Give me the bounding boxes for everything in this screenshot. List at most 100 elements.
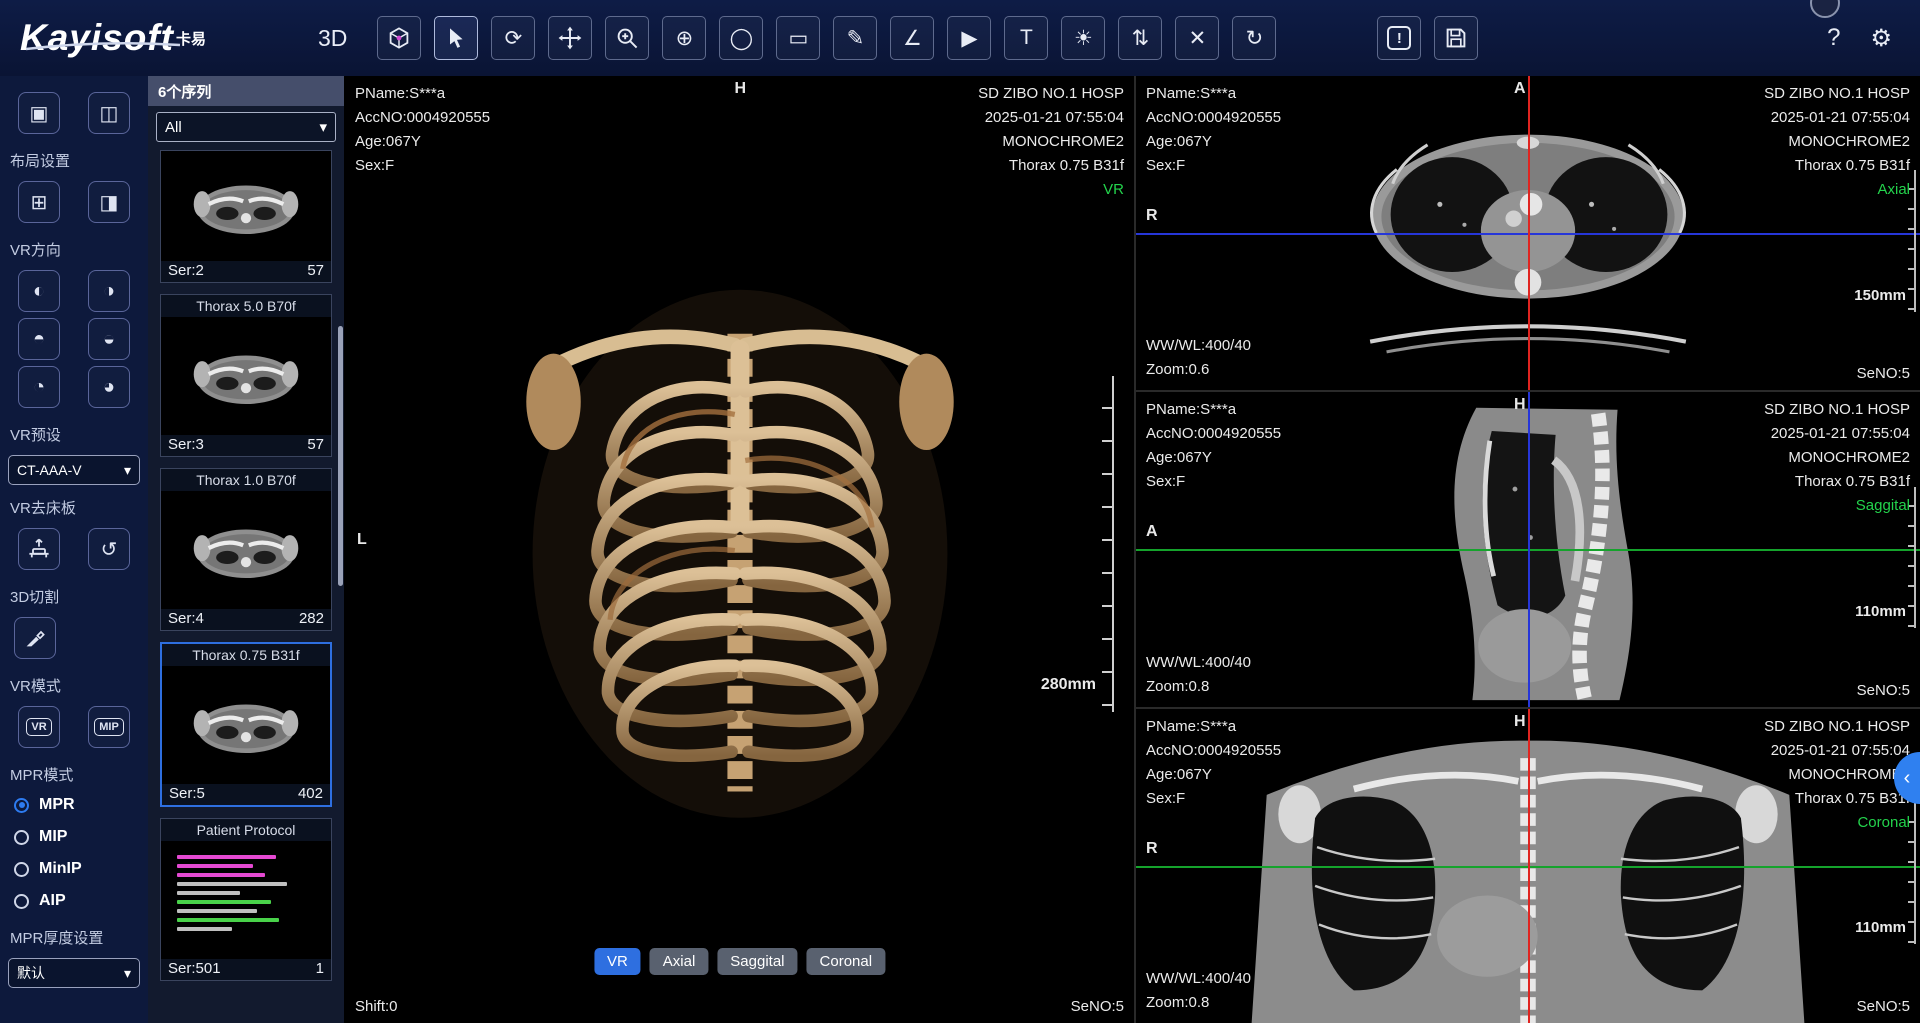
window-level-indicator: WW/WL:400/40 xyxy=(1146,651,1251,675)
series-item-ser3[interactable]: Thorax 5.0 B70f Ser:3 57 xyxy=(160,294,332,457)
main-content: ▣ ◫ 布局设置 ⊞ ◨ VR方向 ◐ ◑ ◓ ◒ ◔ ◕ VR预设 xyxy=(0,76,1920,1023)
mpr-mode-radio-mip[interactable]: MIP xyxy=(0,821,148,853)
layout-right-panel-button[interactable]: ◨ xyxy=(88,181,130,223)
series-item-ser5-selected[interactable]: Thorax 0.75 B31f Ser:5 402 xyxy=(160,642,332,807)
save-button[interactable] xyxy=(1434,16,1478,60)
mpr-thickness-select[interactable]: 默认 ▾ xyxy=(8,958,140,988)
patient-accno: AccNO:0004920555 xyxy=(1146,422,1281,446)
clear-annotations-button[interactable]: ✕ xyxy=(1175,16,1219,60)
view-button-axial[interactable]: Axial xyxy=(650,948,709,975)
orientation-left: L xyxy=(357,531,367,549)
study-datetime: 2025-01-21 07:55:04 xyxy=(1764,739,1910,763)
scale-label: 150mm xyxy=(1854,287,1906,304)
series-item-ser4[interactable]: Thorax 1.0 B70f Ser:4 282 xyxy=(160,468,332,631)
restore-icon: ↺ xyxy=(101,537,118,562)
patient-name: PName:S***a xyxy=(1146,82,1281,106)
axial-viewport[interactable]: PName:S***a AccNO:0004920555 Age:067Y Se… xyxy=(1136,76,1920,392)
ellipse-roi-button[interactable]: ◯ xyxy=(719,16,763,60)
study-datetime: 2025-01-21 07:55:04 xyxy=(1764,106,1910,130)
user-avatar[interactable] xyxy=(1810,0,1840,18)
coronal-viewport[interactable]: PName:S***a AccNO:0004920555 Age:067Y Se… xyxy=(1136,709,1920,1023)
help-button[interactable]: ? xyxy=(1827,24,1840,52)
settings-gear-button[interactable]: ⚙ xyxy=(1870,24,1892,53)
view-button-vr[interactable]: VR xyxy=(594,948,641,975)
layout-split-button[interactable]: ◫ xyxy=(88,92,130,134)
topbar-right: ? ⚙ xyxy=(1827,24,1920,53)
brightness-button[interactable]: ☀ xyxy=(1061,16,1105,60)
scalpel-cut-button[interactable] xyxy=(14,617,56,659)
mpr-mode-radio-aip[interactable]: AIP xyxy=(0,885,148,917)
view-switch-buttons: VR Axial Saggital Coronal xyxy=(594,948,885,975)
coronal-vertical-crosshair[interactable] xyxy=(1528,709,1530,1023)
vr-mode-mip-button[interactable]: MIP xyxy=(88,706,130,748)
patient-age: Age:067Y xyxy=(1146,763,1281,787)
vr-orient-back-button[interactable]: ◑ xyxy=(88,270,130,312)
series-panel: 6个序列 All ▾ Ser:2 57 Thorax 5.0 B70f xyxy=(148,76,345,1023)
series-item-ser501[interactable]: Patient Protocol xyxy=(160,818,332,981)
mip-badge-icon: MIP xyxy=(94,718,124,736)
cursor-icon xyxy=(444,26,468,50)
volume-render-button[interactable] xyxy=(377,16,421,60)
orientation-top: H xyxy=(1514,713,1526,731)
study-datetime: 2025-01-21 07:55:04 xyxy=(1764,422,1910,446)
crosshair-button[interactable]: ⊕ xyxy=(662,16,706,60)
reset-view-button[interactable]: ↻ xyxy=(1232,16,1276,60)
report-button[interactable]: ! xyxy=(1377,16,1421,60)
cursor-select-button[interactable] xyxy=(434,16,478,60)
vr-orient-top-button[interactable]: ◔ xyxy=(18,366,60,408)
series-title: Thorax 0.75 B31f xyxy=(162,644,330,666)
image-count: 1 xyxy=(316,960,324,977)
vr-orient-front-button[interactable]: ◐ xyxy=(18,270,60,312)
protocol-text-preview xyxy=(171,847,321,953)
series-title: Thorax 1.0 B70f xyxy=(161,469,331,491)
series-item-ser2[interactable]: Ser:2 57 xyxy=(160,150,332,283)
restore-bed-button[interactable]: ↺ xyxy=(88,528,130,570)
series-filter-select[interactable]: All ▾ xyxy=(156,112,336,142)
vr-preset-select[interactable]: CT-AAA-V ▾ xyxy=(8,455,140,485)
view-button-saggital[interactable]: Saggital xyxy=(717,948,797,975)
pan-icon xyxy=(558,26,582,50)
view-button-coronal[interactable]: Coronal xyxy=(807,948,886,975)
radio-icon xyxy=(14,894,29,909)
patient-accno: AccNO:0004920555 xyxy=(1146,739,1281,763)
layout-grid-button[interactable]: ▣ xyxy=(18,92,60,134)
app-logo: Kayisoft卡易 xyxy=(0,17,300,59)
pan-button[interactable] xyxy=(548,16,592,60)
orientation-top: H xyxy=(1514,396,1526,414)
angle-measure-button[interactable]: ∠ xyxy=(890,16,934,60)
saggital-viewport[interactable]: PName:S***a AccNO:0004920555 Age:067Y Se… xyxy=(1136,392,1920,708)
rotate-icon: ⟳ xyxy=(505,26,523,51)
vr-orient-bottom-button[interactable]: ◕ xyxy=(88,366,130,408)
window-level-button[interactable]: ⇅ xyxy=(1118,16,1162,60)
vr-orient-left-button[interactable]: ◓ xyxy=(18,318,60,360)
cine-play-button[interactable]: ▶ xyxy=(947,16,991,60)
vr-orient-right-button[interactable]: ◒ xyxy=(88,318,130,360)
study-info-overlay: SD ZIBO NO.1 HOSP 2025-01-21 07:55:04 MO… xyxy=(978,82,1124,202)
mpr-mode-radio-mpr[interactable]: MPR xyxy=(0,789,148,821)
radio-label: MIP xyxy=(39,828,67,846)
head-right-icon: ◒ xyxy=(103,328,115,351)
measure-line-button[interactable]: ✎ xyxy=(833,16,877,60)
rotate-3d-button[interactable]: ⟳ xyxy=(491,16,535,60)
zoom-in-button[interactable] xyxy=(605,16,649,60)
axial-vertical-crosshair[interactable] xyxy=(1528,76,1530,390)
text-annotation-button[interactable]: T xyxy=(1004,16,1048,60)
radio-label: MPR xyxy=(39,796,75,814)
saggital-vertical-crosshair[interactable] xyxy=(1528,392,1530,706)
report-icon: ! xyxy=(1387,26,1411,50)
series-thumbnail xyxy=(161,491,331,609)
remove-bed-button[interactable] xyxy=(18,528,60,570)
vr-scale-label: 280mm xyxy=(1041,676,1096,694)
mpr-mode-radio-minip[interactable]: MinIP xyxy=(0,853,148,885)
shift-indicator: Shift:0 xyxy=(355,998,398,1015)
series-no-indicator: SeNO:5 xyxy=(1857,998,1910,1015)
vr-viewport[interactable]: PName:S***a AccNO:0004920555 Age:067Y Se… xyxy=(345,76,1136,1023)
hospital-name: SD ZIBO NO.1 HOSP xyxy=(1764,398,1910,422)
rectangle-roi-button[interactable]: ▭ xyxy=(776,16,820,60)
vr-mode-vr-button[interactable]: VR xyxy=(18,706,60,748)
series-item-footer: Ser:2 57 xyxy=(161,261,331,282)
application-window: Kayisoft卡易 3D ⟳ xyxy=(0,0,1920,1023)
layout-2x2-button[interactable]: ⊞ xyxy=(18,181,60,223)
series-scrollbar[interactable] xyxy=(338,326,343,586)
series-thumbnail xyxy=(161,317,331,435)
